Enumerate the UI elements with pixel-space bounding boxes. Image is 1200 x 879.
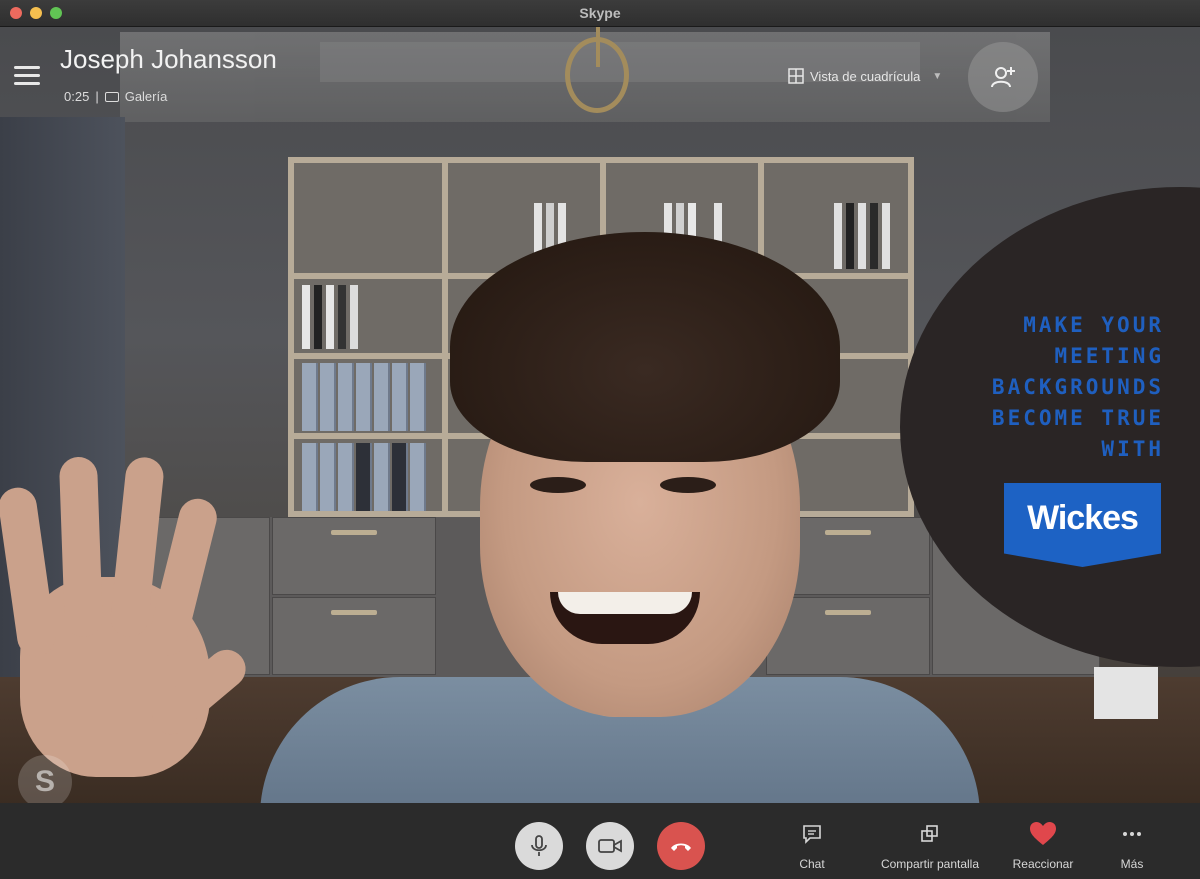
view-selector-label: Vista de cuadrícula [810, 68, 921, 84]
window-titlebar: Skype [0, 0, 1200, 27]
window-title: Skype [579, 5, 621, 21]
chat-button[interactable]: Chat [782, 821, 842, 871]
video-camera-icon [598, 839, 622, 853]
share-screen-button[interactable]: Compartir pantalla [866, 821, 994, 871]
chat-label: Chat [799, 857, 825, 871]
waving-hand [0, 447, 260, 803]
chevron-down-icon: ▼ [932, 70, 943, 82]
end-call-button[interactable] [657, 822, 705, 870]
call-duration: 0:25 [64, 89, 90, 104]
microphone-icon [531, 835, 547, 856]
caller-name: Joseph Johansson [60, 44, 277, 74]
background-lamp [565, 37, 629, 113]
call-status: 0:25 | Galería [64, 89, 168, 104]
more-label: Más [1120, 857, 1144, 871]
microphone-button[interactable] [515, 822, 563, 870]
add-participant-button[interactable] [968, 42, 1038, 112]
react-button[interactable]: Reaccionar [1002, 821, 1084, 871]
share-screen-label: Compartir pantalla [880, 857, 980, 871]
view-selector[interactable]: Vista de cuadrícula ▼ [788, 68, 942, 84]
person-hair [450, 232, 840, 462]
share-screen-icon [921, 825, 938, 842]
hang-up-icon [671, 843, 691, 851]
more-button[interactable]: Más [1104, 821, 1160, 871]
gallery-icon [104, 91, 119, 102]
heart-icon [1030, 822, 1056, 845]
camera-button[interactable] [586, 822, 634, 870]
wickes-logo: Wickes [1004, 483, 1161, 567]
ad-headline: MAKE YOUR MEETING BACKGROUNDS BECOME TRU… [991, 313, 1164, 461]
chat-icon [803, 825, 821, 844]
hamburger-menu-icon[interactable] [14, 66, 40, 86]
call-controls-bar: Chat Compartir pantalla Reaccionar Más [0, 803, 1200, 879]
grid-icon [788, 68, 804, 84]
skype-logo-icon: S [18, 755, 72, 803]
more-options-icon [1123, 832, 1141, 836]
react-label: Reaccionar [1012, 857, 1074, 871]
add-person-icon [991, 67, 1015, 88]
layout-mode-label[interactable]: Galería [125, 89, 168, 104]
video-feed: MAKE YOUR MEETING BACKGROUNDS BECOME TRU… [0, 27, 1200, 803]
